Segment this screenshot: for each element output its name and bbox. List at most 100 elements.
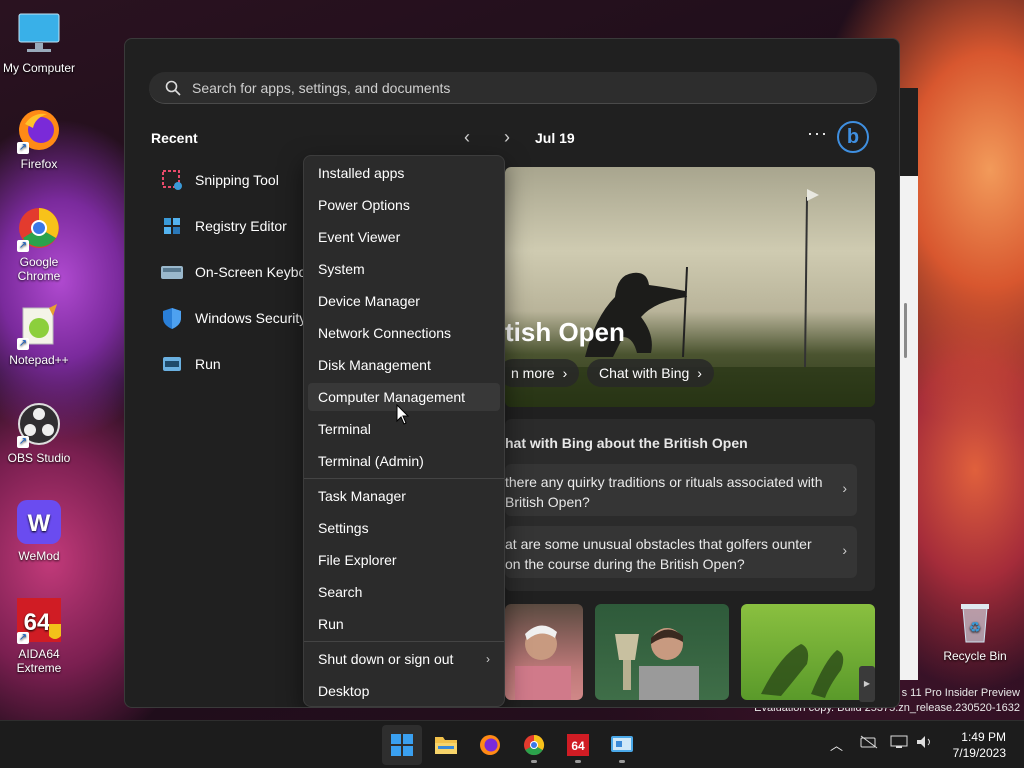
shield-icon [159, 305, 185, 331]
svg-text:♻: ♻ [969, 620, 982, 636]
recycle-bin-icon: ♻ [951, 598, 999, 646]
menu-item-desktop[interactable]: Desktop [308, 677, 500, 705]
suggested-question[interactable]: there any quirky traditions or rituals a… [505, 464, 857, 516]
learn-more-button[interactable]: n more › [505, 359, 580, 387]
watermark-line-1: s 11 Pro Insider Preview [901, 687, 1020, 699]
search-icon [165, 80, 181, 96]
menu-item-task-manager[interactable]: Task Manager [308, 482, 500, 510]
recent-item-snipping-tool[interactable]: Snipping Tool [159, 165, 279, 195]
desktop-icon-label: Notepad++ [9, 353, 69, 367]
question-text: there any quirky traditions or rituals a… [505, 474, 823, 510]
news-thumbnail[interactable] [595, 604, 729, 700]
shortcut-arrow-icon: ↗ [17, 142, 29, 154]
menu-item-shut-down-or-sign-out[interactable]: Shut down or sign out › [308, 645, 500, 673]
aida64-icon: 64 [567, 734, 589, 756]
display-icon[interactable] [890, 735, 908, 752]
keyboard-icon [159, 259, 185, 285]
desktop-icon-label: Recycle Bin [943, 649, 1007, 663]
desktop-icon-notepadpp[interactable]: ↗ Notepad++ [0, 302, 78, 367]
taskbar-aida64[interactable]: 64 [558, 725, 598, 765]
mouse-cursor-icon [396, 403, 410, 426]
desktop-icon-chrome[interactable]: ↗ Google Chrome [0, 204, 78, 283]
taskbar: 64 ︿ 1:49 PM 7/19/2023 [0, 720, 1024, 768]
running-indicator [575, 760, 581, 763]
running-indicator [531, 760, 537, 763]
taskbar-chrome[interactable] [514, 725, 554, 765]
system-clock[interactable]: 1:49 PM 7/19/2023 [953, 729, 1006, 761]
chrome-icon: ↗ [15, 204, 63, 252]
menu-item-file-explorer[interactable]: File Explorer [308, 546, 500, 574]
menu-item-power-options[interactable]: Power Options [308, 191, 500, 219]
network-icon[interactable] [860, 735, 878, 752]
question-text: at are some unusual obstacles that golfe… [505, 536, 812, 572]
taskbar-file-explorer[interactable] [426, 725, 466, 765]
quick-link-menu: Installed apps Power Options Event Viewe… [303, 155, 505, 707]
menu-item-search[interactable]: Search [308, 578, 500, 606]
registry-editor-icon [159, 213, 185, 239]
shortcut-arrow-icon: ↗ [17, 338, 29, 350]
chat-with-bing-button[interactable]: Chat with Bing › [587, 359, 714, 387]
start-menu: Search for apps, settings, and documents… [124, 38, 900, 708]
run-icon [159, 351, 185, 377]
start-button[interactable] [382, 725, 422, 765]
more-options-icon[interactable]: ··· [807, 123, 828, 144]
menu-separator [304, 641, 504, 642]
desktop-icon-label: Google Chrome [17, 255, 61, 283]
chrome-icon [524, 734, 545, 756]
svg-text:W: W [28, 510, 51, 537]
obs-icon: ↗ [15, 400, 63, 448]
recent-item-label: Windows Security [195, 310, 307, 326]
bing-chat-card: hat with Bing about the British Open the… [505, 419, 875, 591]
bing-icon[interactable]: b [837, 121, 869, 153]
taskbar-control-panel[interactable] [602, 725, 642, 765]
firefox-icon: ↗ [15, 106, 63, 154]
taskbar-firefox[interactable] [470, 725, 510, 765]
desktop-icon-label: OBS Studio [7, 451, 71, 465]
chevron-right-icon: › [697, 365, 702, 381]
show-hidden-icons-icon[interactable]: ︿ [830, 735, 843, 754]
menu-item-device-manager[interactable]: Device Manager [308, 287, 500, 315]
control-panel-icon [611, 736, 633, 752]
menu-item-network-connections[interactable]: Network Connections [308, 319, 500, 347]
menu-item-run[interactable]: Run [308, 610, 500, 638]
wemod-icon: W [15, 498, 63, 546]
volume-icon[interactable] [916, 735, 934, 752]
background-window-content [900, 176, 918, 680]
recent-item-registry-editor[interactable]: Registry Editor [159, 211, 287, 241]
recent-item-on-screen-keyboard[interactable]: On-Screen Keybo [159, 257, 306, 287]
desktop-icon-aida64[interactable]: 64 ↗ AIDA64 Extreme [0, 596, 78, 675]
previous-arrow-icon[interactable]: ‹ [457, 127, 477, 147]
next-arrow-icon[interactable]: › [497, 127, 517, 147]
chevron-right-icon: › [486, 652, 490, 666]
menu-item-event-viewer[interactable]: Event Viewer [308, 223, 500, 251]
recent-item-run[interactable]: Run [159, 349, 221, 379]
news-thumbnail[interactable] [505, 604, 583, 700]
search-box[interactable]: Search for apps, settings, and documents [149, 72, 877, 104]
scroll-right-button[interactable]: ▶ [859, 666, 875, 702]
menu-item-terminal-admin[interactable]: Terminal (Admin) [308, 447, 500, 475]
background-window-scrollbar[interactable] [904, 303, 907, 358]
menu-item-installed-apps[interactable]: Installed apps [308, 159, 500, 187]
desktop-icon-firefox[interactable]: ↗ Firefox [0, 106, 78, 171]
desktop-icon-label: My Computer [2, 61, 76, 75]
golfer-trophy-photo [615, 628, 699, 700]
menu-item-system[interactable]: System [308, 255, 500, 283]
aida64-icon: 64 ↗ [15, 596, 63, 644]
suggested-question[interactable]: at are some unusual obstacles that golfe… [505, 526, 857, 578]
recent-item-label: Registry Editor [195, 218, 287, 234]
desktop-icon-obs[interactable]: ↗ OBS Studio [0, 400, 78, 465]
desktop-icon-recycle-bin[interactable]: ♻ Recycle Bin [936, 598, 1014, 663]
clock-date: 7/19/2023 [952, 746, 1006, 760]
desktop-icon-my-computer[interactable]: My Computer [0, 10, 78, 75]
menu-item-label: Shut down or sign out [318, 651, 454, 667]
news-thumbnail[interactable] [741, 604, 875, 700]
search-placeholder: Search for apps, settings, and documents [192, 80, 451, 96]
recent-item-windows-security[interactable]: Windows Security [159, 303, 306, 333]
recent-item-label: On-Screen Keybo [195, 264, 307, 280]
desktop-icon-label: WeMod [18, 549, 60, 563]
notepad-plus-plus-icon: ↗ [15, 302, 63, 350]
menu-item-settings[interactable]: Settings [308, 514, 500, 542]
menu-item-disk-management[interactable]: Disk Management [308, 351, 500, 379]
hero-image[interactable]: tish Open n more › Chat with Bing › [505, 167, 875, 407]
desktop-icon-wemod[interactable]: W WeMod [0, 498, 78, 563]
